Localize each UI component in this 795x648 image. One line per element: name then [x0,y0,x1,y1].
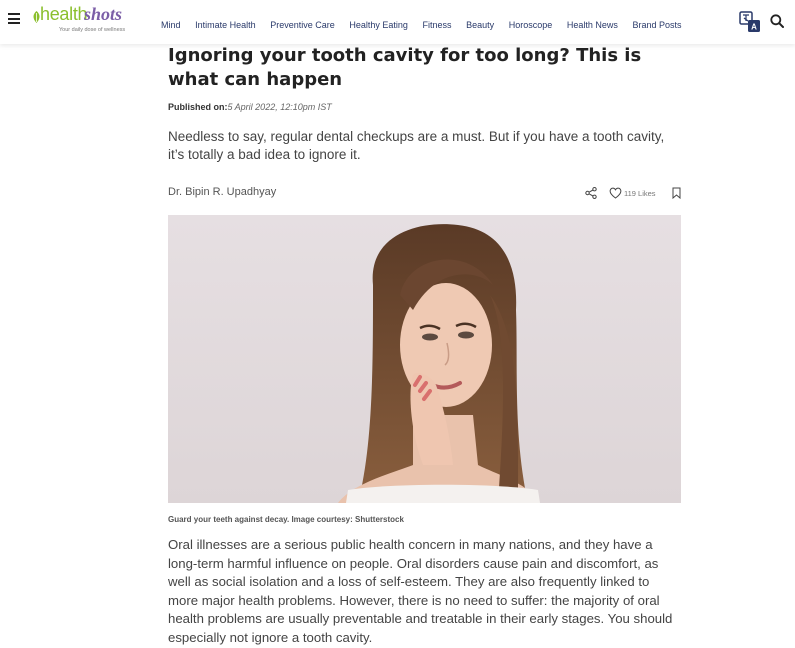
main-nav: Mind Intimate Health Preventive Care Health… [161,15,696,30]
woman-with-toothache-illustration [168,215,681,503]
nav-link-intimate-health[interactable]: Intimate Health [195,20,256,30]
nav-link-mind[interactable]: Mind [161,20,181,30]
logo-tagline: Your daily dose of wellness [59,27,126,33]
site-header: health shots Your daily dose of wellness… [0,0,795,44]
site-logo[interactable]: health shots Your daily dose of wellness [32,4,140,35]
nav-link-horoscope[interactable]: Horoscope [509,20,553,30]
heart-icon[interactable] [609,187,622,199]
nav-link-healthy-eating[interactable]: Healthy Eating [349,20,408,30]
published-label: Published on: [168,102,228,112]
share-icon[interactable] [585,187,597,199]
nav-link-brand-posts[interactable]: Brand Posts [632,20,681,30]
image-caption: Guard your teeth against decay. Image co… [168,515,404,524]
article-title: Ignoring your tooth cavity for too long?… [168,45,642,90]
translate-icon[interactable]: A [739,11,761,33]
hamburger-menu-icon[interactable] [8,13,20,24]
published-line: Published on:5 April 2022, 12:10pm IST [168,102,332,112]
nav-link-health-news[interactable]: Health News [567,20,618,30]
search-icon[interactable] [770,14,784,28]
translate-badge: A [751,23,757,32]
logo-shots-text: shots [84,4,123,24]
hero-image [168,215,681,503]
article-summary: Needless to say, regular dental checkups… [168,129,665,162]
bookmark-icon[interactable] [672,187,681,199]
likes-count: 119 Likes [624,189,656,198]
logo-health-text: health [40,4,88,24]
nav-link-preventive-care[interactable]: Preventive Care [270,20,335,30]
author-name[interactable]: Dr. Bipin R. Upadhyay [168,186,276,198]
article-body-paragraph: Oral illnesses are a serious public heal… [168,537,673,645]
nav-link-fitness[interactable]: Fitness [423,20,452,30]
published-date: 5 April 2022, 12:10pm IST [227,102,332,112]
nav-link-beauty[interactable]: Beauty [466,20,494,30]
